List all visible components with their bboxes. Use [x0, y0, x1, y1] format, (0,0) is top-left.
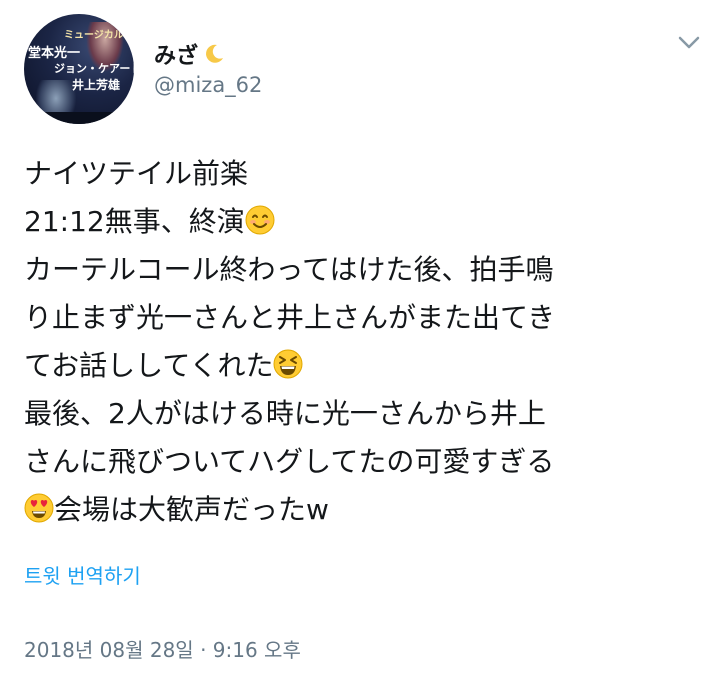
tweet-timestamp[interactable]: 2018년 08월 28일 · 9:16 오후 [24, 634, 301, 663]
tweet-line: り止まず光一さんと井上さんがまた出てき [24, 301, 556, 334]
user-name-row[interactable]: みざ [154, 38, 226, 70]
avatar-text: 井上芳雄 [72, 78, 121, 92]
avatar-text: ジョン・ケアード [54, 62, 134, 75]
tweet-line: ナイツテイル前楽 [24, 157, 249, 190]
avatar-text: 堂本光一 [28, 46, 81, 61]
tweet-line: 最後、2人がはける時に光一さんから井上 [24, 397, 546, 430]
avatar-text: ミュージカルの [64, 30, 134, 41]
tweet-line: さんに飛びついてハグしてたの可愛すぎる [24, 445, 555, 478]
tweet-text: ナイツテイル前楽 21:12無事、終演 カーテルコール終わってはけた後、拍手鳴 … [24, 150, 704, 534]
tweet-line: 会場は大歓声だったw [24, 486, 704, 534]
translate-tweet-link[interactable]: 트윗 번역하기 [24, 560, 141, 589]
avatar-band [24, 112, 134, 124]
display-name[interactable]: みざ [154, 38, 198, 70]
tweet-line: カーテルコール終わってはけた後、拍手鳴 [24, 253, 554, 286]
tweet-line: 21:12無事、終演 [24, 198, 704, 246]
user-handle[interactable]: @miza_62 [154, 73, 262, 97]
chevron-down-icon[interactable] [676, 34, 702, 52]
grinning-squinting-face-icon [273, 349, 303, 379]
smiling-face-icon [245, 205, 275, 235]
tweet-line: てお話ししてくれた [24, 342, 704, 390]
avatar[interactable]: ミュージカルの 堂本光一 ジョン・ケアード 井上芳雄 [24, 14, 134, 124]
crescent-moon-icon [206, 44, 224, 63]
heart-eyes-face-icon [24, 493, 54, 523]
